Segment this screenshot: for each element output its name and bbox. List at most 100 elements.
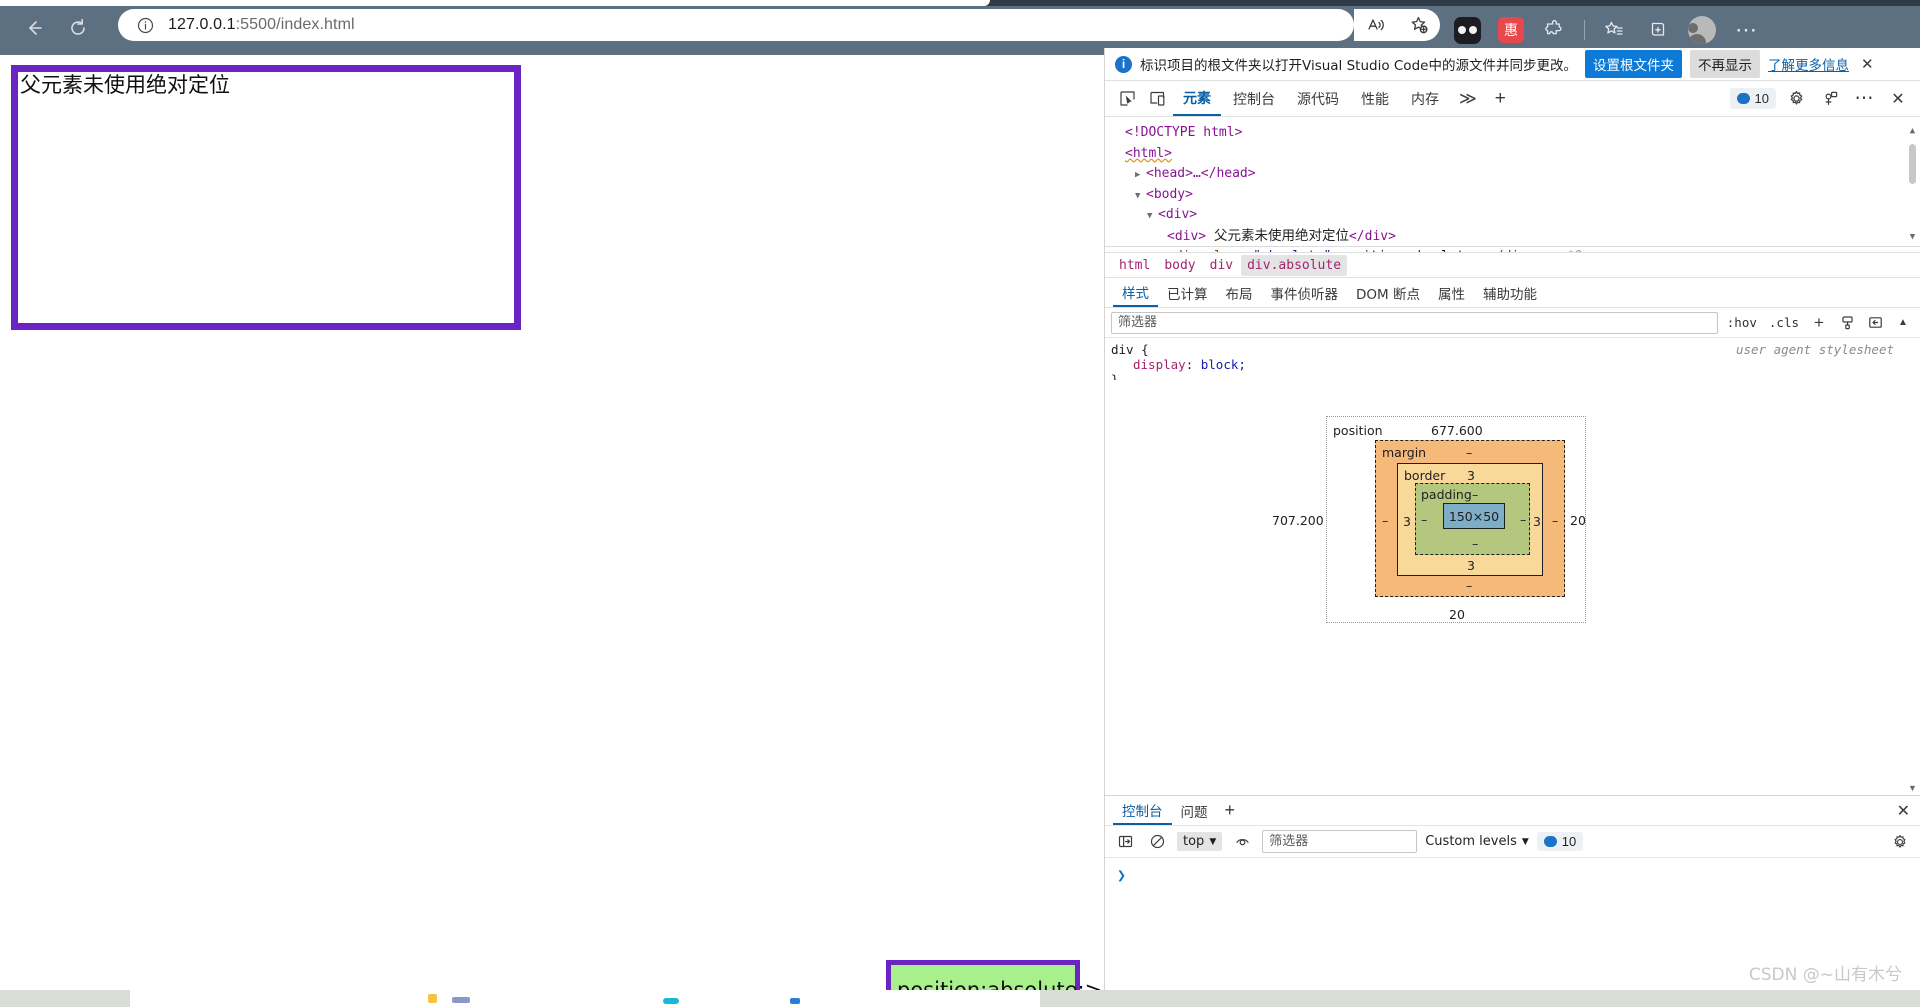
- tab-accessibility[interactable]: 辅助功能: [1474, 278, 1546, 307]
- tab-dom-breakpoints[interactable]: DOM 断点: [1347, 278, 1429, 307]
- cls-toggle[interactable]: .cls: [1766, 315, 1802, 330]
- tab-styles[interactable]: 样式: [1113, 278, 1158, 307]
- drawer-close-icon[interactable]: ✕: [1897, 801, 1910, 821]
- console-issues-badge[interactable]: 10: [1536, 832, 1584, 851]
- drawer-add-tab-icon[interactable]: +: [1217, 800, 1244, 821]
- box-model-position-top[interactable]: 677.600: [1431, 423, 1483, 438]
- css-selector[interactable]: div {: [1111, 342, 1149, 357]
- console-levels-select[interactable]: Custom levels ▼: [1425, 834, 1529, 849]
- taskbar-icon-blue[interactable]: [790, 998, 800, 1004]
- devtools-customize-icon[interactable]: [1816, 86, 1844, 112]
- box-model-position-right[interactable]: 20: [1570, 513, 1586, 528]
- box-model-content[interactable]: 150×50: [1443, 503, 1505, 529]
- close-icon[interactable]: ✕: [1857, 55, 1878, 73]
- style-pane-color-icon[interactable]: [1836, 312, 1858, 334]
- gear-icon[interactable]: [1888, 830, 1912, 854]
- tab-layout[interactable]: 布局: [1217, 278, 1262, 307]
- learn-more-link[interactable]: 了解更多信息: [1768, 54, 1849, 74]
- scroll-down-icon[interactable]: ▼: [1907, 227, 1918, 248]
- gear-icon[interactable]: [1782, 86, 1810, 112]
- scroll-down-icon[interactable]: ▼: [1907, 783, 1918, 793]
- close-devtools-icon[interactable]: ✕: [1884, 86, 1912, 112]
- tab-sources[interactable]: 源代码: [1287, 82, 1349, 116]
- info-icon[interactable]: [132, 12, 158, 38]
- set-root-folder-button[interactable]: 设置根文件夹: [1584, 50, 1682, 78]
- drawer-tab-console[interactable]: 控制台: [1113, 796, 1172, 825]
- taskbar-icon-app[interactable]: [452, 997, 470, 1003]
- css-rule[interactable]: div { user agent stylesheet display: blo…: [1111, 342, 1920, 380]
- add-tab-icon[interactable]: +: [1487, 88, 1514, 110]
- extension-monochrome-icon[interactable]: [1452, 15, 1482, 45]
- dom-node-html[interactable]: <html>: [1105, 144, 1920, 165]
- box-model-margin-top[interactable]: –: [1466, 445, 1472, 460]
- devtools-more-icon[interactable]: ⋯: [1850, 86, 1878, 112]
- dom-node-doctype[interactable]: <!DOCTYPE html>: [1105, 123, 1920, 144]
- breadcrumb-item-html[interactable]: html: [1113, 255, 1156, 276]
- box-model-padding-right[interactable]: –: [1520, 512, 1526, 527]
- css-property-value[interactable]: block;: [1201, 357, 1246, 372]
- reload-button[interactable]: [62, 12, 94, 44]
- browser-settings-more-icon[interactable]: ⋯: [1731, 15, 1761, 45]
- tab-memory[interactable]: 内存: [1401, 82, 1449, 116]
- box-model-position-left[interactable]: 707.200: [1272, 513, 1324, 528]
- tab-performance[interactable]: 性能: [1351, 82, 1399, 116]
- box-model-border-left[interactable]: 3: [1403, 514, 1411, 529]
- add-collection-icon[interactable]: [1643, 15, 1673, 45]
- read-aloud-icon[interactable]: [1361, 12, 1391, 38]
- scrollbar-thumb[interactable]: [1909, 143, 1916, 184]
- breadcrumb-item-div[interactable]: div: [1204, 255, 1239, 276]
- box-model-padding-bottom[interactable]: –: [1472, 536, 1478, 551]
- box-model-margin-bottom[interactable]: –: [1466, 578, 1472, 593]
- issues-badge[interactable]: 10: [1729, 88, 1776, 109]
- tab-event-listeners[interactable]: 事件侦听器: [1262, 278, 1348, 307]
- inspect-element-icon[interactable]: [1113, 86, 1141, 112]
- avatar[interactable]: [1687, 15, 1717, 45]
- dom-node-body[interactable]: ▼ <body>: [1105, 185, 1920, 206]
- dont-show-again-button[interactable]: 不再显示: [1689, 50, 1760, 78]
- css-declaration[interactable]: display: block;: [1111, 357, 1920, 372]
- tab-console[interactable]: 控制台: [1223, 82, 1285, 116]
- clear-console-icon[interactable]: [1145, 830, 1169, 854]
- breadcrumb-item-div-absolute[interactable]: div.absolute: [1241, 254, 1348, 276]
- box-model-padding-left[interactable]: –: [1421, 512, 1427, 527]
- tab-elements[interactable]: 元素: [1173, 82, 1221, 116]
- scroll-up-icon[interactable]: ▲: [1907, 121, 1918, 142]
- dom-tree-scrollbar[interactable]: ▲ ▼: [1907, 121, 1918, 247]
- back-button[interactable]: [18, 12, 50, 44]
- extensions-puzzle-icon[interactable]: [1540, 15, 1570, 45]
- box-model-margin-left[interactable]: –: [1382, 513, 1388, 528]
- style-filter-input[interactable]: [1111, 311, 1718, 334]
- css-property-name[interactable]: display: [1133, 357, 1186, 372]
- style-pane-toggle-icon[interactable]: [1864, 312, 1886, 334]
- box-model-padding-top[interactable]: –: [1472, 487, 1478, 502]
- more-tabs-icon[interactable]: ≫: [1451, 89, 1485, 109]
- box-model-margin-right[interactable]: –: [1552, 513, 1558, 528]
- device-toolbar-icon[interactable]: [1143, 86, 1171, 112]
- box-model-border-bottom[interactable]: 3: [1467, 558, 1475, 573]
- new-style-rule-icon[interactable]: +: [1808, 312, 1830, 334]
- box-model-border-top[interactable]: 3: [1467, 468, 1475, 483]
- tab-properties[interactable]: 属性: [1429, 278, 1474, 307]
- dom-node-div-absolute-selected[interactable]: ⋯ <div class="absolute">position:absolut…: [1105, 246, 1920, 252]
- drawer-tab-issues[interactable]: 问题: [1172, 796, 1217, 825]
- collections-favorites-icon[interactable]: [1599, 15, 1629, 45]
- console-sidebar-icon[interactable]: [1113, 830, 1137, 854]
- console-filter-input[interactable]: [1262, 830, 1418, 853]
- extension-red-icon[interactable]: 惠: [1496, 15, 1526, 45]
- box-model-border-right[interactable]: 3: [1533, 514, 1541, 529]
- breadcrumb-item-body[interactable]: body: [1158, 255, 1201, 276]
- styles-pane-scrollbar[interactable]: ▼: [1907, 380, 1918, 795]
- add-favorite-icon[interactable]: [1404, 12, 1434, 38]
- dom-node-head[interactable]: ▶ <head>…</head>: [1105, 164, 1920, 185]
- box-model-position-bottom[interactable]: 20: [1449, 607, 1465, 622]
- dom-node-div-wrapper[interactable]: ▼ <div>: [1105, 205, 1920, 226]
- tab-computed[interactable]: 已计算: [1158, 278, 1217, 307]
- live-expression-icon[interactable]: [1230, 830, 1254, 854]
- styles-scroll-up-icon[interactable]: ▲: [1892, 312, 1914, 334]
- hov-toggle[interactable]: :hov: [1724, 315, 1760, 330]
- dom-node-div-parent-text[interactable]: <div> 父元素未使用绝对定位</div>: [1105, 226, 1920, 247]
- console-context-select[interactable]: top ▼: [1177, 832, 1223, 851]
- address-bar[interactable]: 127.0.0.1:5500/index.html: [118, 9, 1354, 41]
- taskbar-icon-cyan[interactable]: [663, 998, 679, 1004]
- taskbar-icon-warning[interactable]: [428, 994, 437, 1003]
